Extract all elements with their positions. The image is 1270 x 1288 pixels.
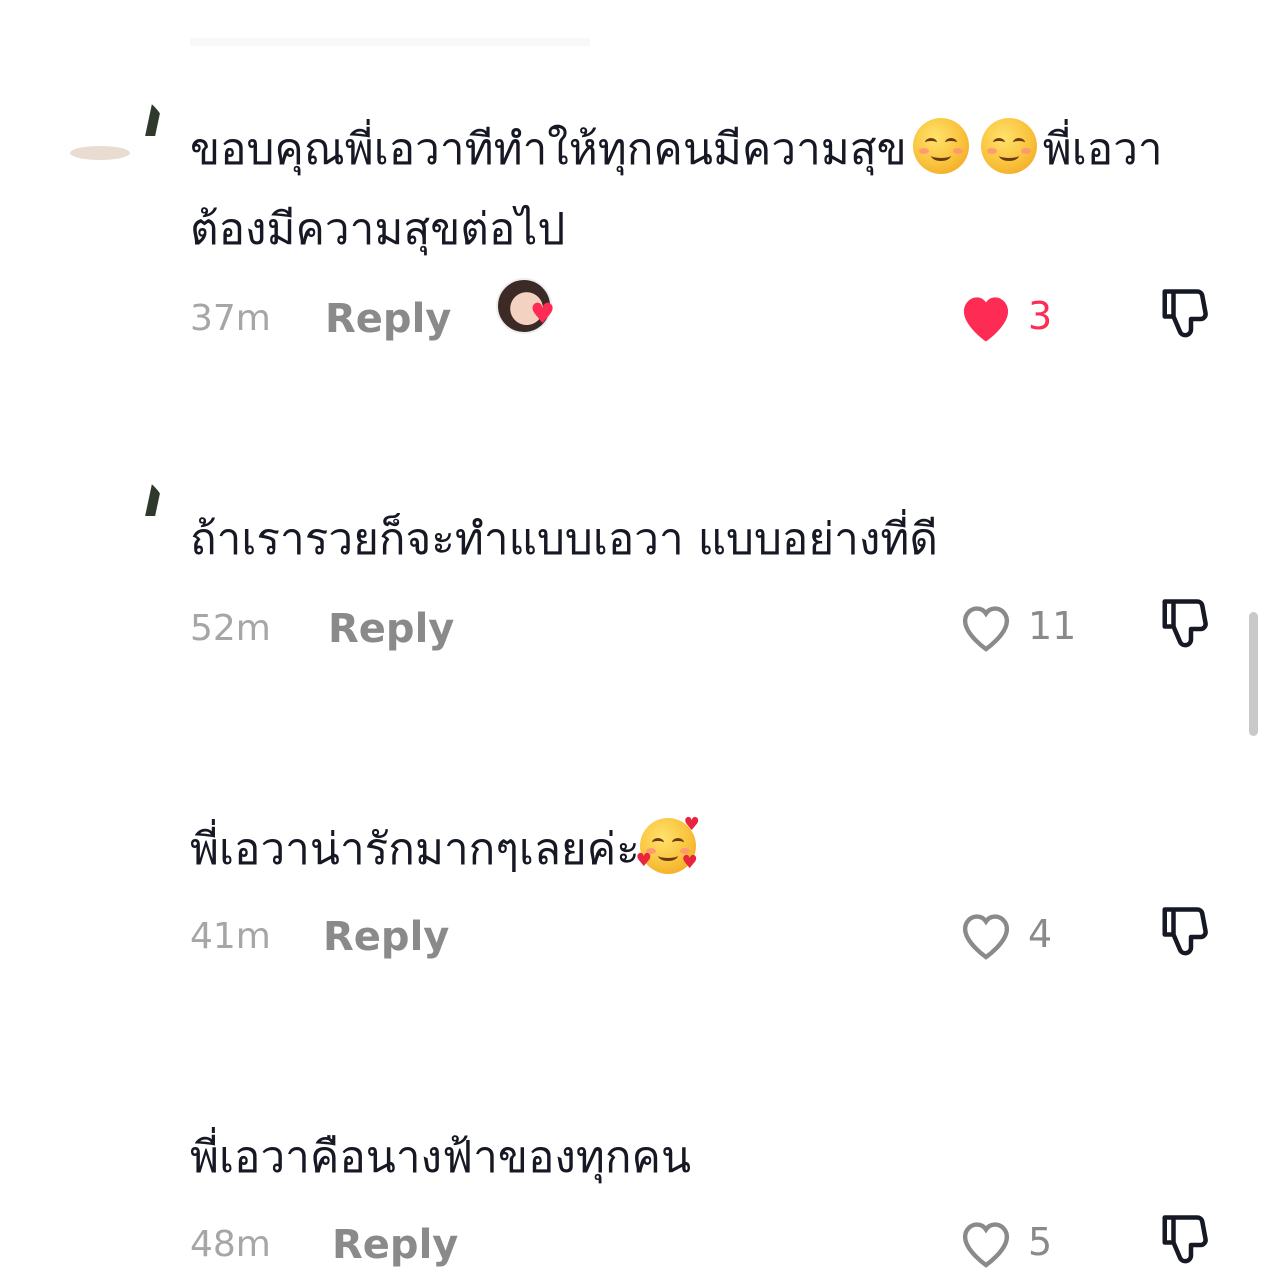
thumbs-down-icon bbox=[1162, 599, 1208, 648]
comment-meta: 52m Reply 11 bbox=[190, 598, 1230, 660]
comment-time: 52m bbox=[190, 608, 271, 649]
dislike-button[interactable] bbox=[1156, 594, 1222, 660]
smiling-face-emoji bbox=[912, 118, 969, 174]
truncated-previous-content bbox=[190, 38, 590, 46]
commenter-avatar[interactable] bbox=[60, 90, 170, 200]
heart-outline-icon bbox=[962, 914, 1010, 960]
dislike-button[interactable] bbox=[1156, 1210, 1222, 1276]
reply-button[interactable]: Reply bbox=[332, 1222, 458, 1268]
like-button[interactable]: 3 bbox=[956, 288, 1096, 348]
comment-text: ถ้าเรารวยก็จะทำแบบเอวา แบบอย่างที่ดี bbox=[190, 514, 938, 565]
comment-meta: 37m Reply ♥ 3 bbox=[190, 278, 1230, 350]
comment-meta: 41m Reply 4 bbox=[190, 906, 1230, 968]
smiling-face-with-hearts-emoji: ♥ ♥ ♥ bbox=[635, 814, 700, 874]
reply-button[interactable]: Reply bbox=[323, 914, 449, 960]
dislike-button[interactable] bbox=[1156, 902, 1222, 968]
thumbs-down-icon bbox=[1162, 907, 1208, 956]
comment-time: 37m bbox=[190, 298, 271, 339]
reply-button[interactable]: Reply bbox=[328, 606, 454, 652]
heart-filled-icon bbox=[963, 297, 1009, 342]
comment-text-part: พี่เอวาน่ารักมากๆเลยค่ะ bbox=[190, 824, 640, 875]
reply-button[interactable]: Reply bbox=[325, 296, 451, 342]
commenter-avatar[interactable] bbox=[60, 470, 170, 580]
dislike-button[interactable] bbox=[1156, 284, 1222, 350]
creator-liked-badge: ♥ bbox=[496, 278, 560, 342]
commenter-avatar[interactable] bbox=[60, 1060, 170, 1170]
scrollbar[interactable] bbox=[1249, 612, 1258, 736]
like-count: 11 bbox=[1028, 604, 1077, 648]
like-count: 5 bbox=[1028, 1220, 1053, 1264]
comment-text: พี่เอวาคือนางฟ้าของทุกคน bbox=[190, 1132, 692, 1183]
heart-outline-icon bbox=[962, 1222, 1010, 1268]
heart-outline-icon bbox=[962, 606, 1010, 652]
comment-time: 48m bbox=[190, 1224, 271, 1265]
comment-text: ขอบคุณพี่เอวาทีทำให้ทุกคนมีความสุข พี่เอว… bbox=[190, 110, 1200, 270]
like-count: 3 bbox=[1028, 294, 1053, 338]
thumbs-down-icon bbox=[1162, 289, 1208, 338]
like-button[interactable]: 11 bbox=[956, 598, 1096, 658]
like-button[interactable]: 4 bbox=[956, 906, 1096, 966]
like-button[interactable]: 5 bbox=[956, 1214, 1096, 1274]
comment-time: 41m bbox=[190, 916, 271, 957]
heart-icon: ♥ bbox=[530, 297, 556, 330]
comment-text: พี่เอวาน่ารักมากๆเลยค่ะ ♥ ♥ ♥ bbox=[190, 810, 1200, 890]
commenter-avatar[interactable] bbox=[60, 780, 170, 890]
thumbs-down-icon bbox=[1162, 1215, 1208, 1264]
smiling-face-emoji bbox=[980, 118, 1037, 174]
comment-meta: 48m Reply 5 bbox=[190, 1214, 1230, 1276]
comment-text-part: ขอบคุณพี่เอวาทีทำให้ทุกคนมีความสุข bbox=[190, 124, 907, 175]
like-count: 4 bbox=[1028, 912, 1053, 956]
